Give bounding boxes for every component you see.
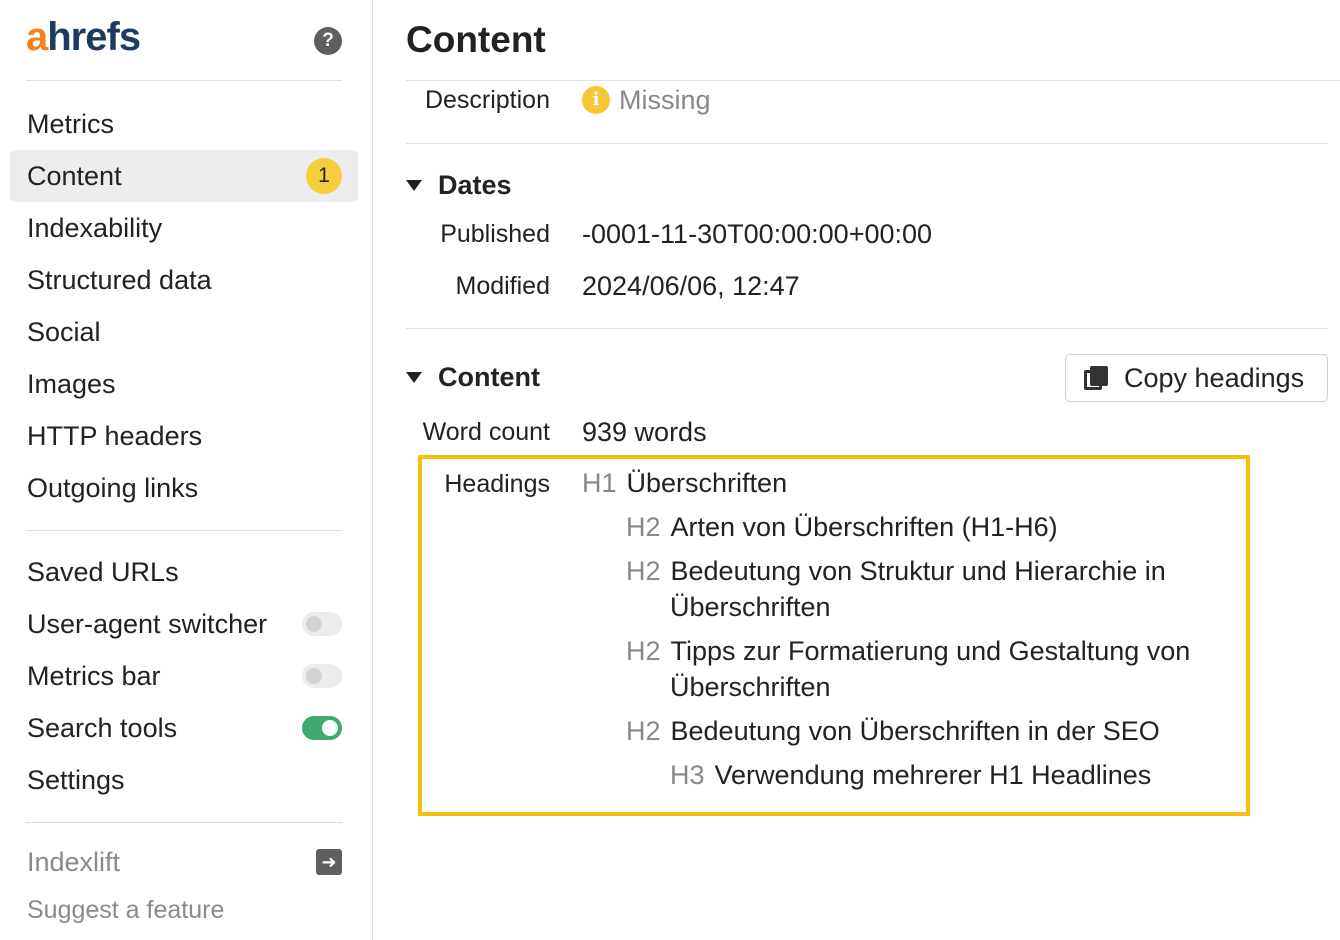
info-icon: i [582,86,610,114]
sidebar-item-social[interactable]: Social [10,306,358,358]
sidebar-item-label: User-agent switcher [27,609,268,639]
section-divider [406,143,1328,144]
heading-text: Überschriften [626,468,788,498]
sidebar-item-http-headers[interactable]: HTTP headers [10,410,358,462]
sidebar-item-user-agent-switcher[interactable]: User-agent switcher [10,598,358,650]
heading-tag: H1 [582,468,617,498]
sidebar-item-content[interactable]: Content 1 [10,150,358,202]
modified-value: 2024/06/06, 12:47 [582,271,800,301]
dates-section-toggle[interactable]: Dates [406,169,512,201]
metrics-bar-toggle[interactable] [302,664,342,688]
heading-tag: H3 [670,760,705,790]
title-divider [406,80,1340,81]
sidebar-item-label: Metrics bar [27,661,161,691]
description-label: Description [424,86,550,114]
sidebar-item-settings[interactable]: Settings [10,754,358,806]
heading-text: Tipps zur Formatierung und Gestaltung vo… [670,636,1191,666]
sidebar-item-label: HTTP headers [27,421,203,451]
content-section-title: Content [438,362,540,392]
heading-text: Arten von Überschriften (H1-H6) [670,512,1058,542]
heading-item-h2: H2 Tipps zur Formatierung und Gestaltung … [626,633,1190,669]
toggle-knob [306,668,322,684]
question-circle-icon[interactable]: ? [314,27,342,55]
sidebar-item-label: Saved URLs [27,557,179,587]
published-label: Published [440,220,550,248]
heading-text-continued: Überschriften [670,672,831,702]
sidebar-item-label: Outgoing links [27,473,199,503]
sidebar-item-label: Settings [27,765,125,795]
published-value: -0001-11-30T00:00:00+00:00 [582,219,933,249]
heading-item-h3: H3 Verwendung mehrerer H1 Headlines [670,757,1151,793]
sidebar-item-label: Indexlift [27,847,121,877]
headings-label: Headings [444,470,550,498]
ahrefs-logo[interactable]: ahrefs [26,14,141,60]
caret-down-icon [406,371,422,383]
copy-icon [1084,366,1108,390]
heading-tag: H2 [626,556,661,586]
toggle-knob [306,616,322,632]
heading-item-h1: H1 Überschriften [582,465,787,501]
count-badge: 1 [306,158,342,194]
heading-tag: H2 [626,636,661,666]
sidebar-item-outgoing-links[interactable]: Outgoing links [10,462,358,514]
sidebar-item-label: Content [27,161,122,191]
sidebar-divider [26,822,342,823]
modified-label: Modified [455,272,551,300]
sidebar-item-indexlift[interactable]: Indexlift ➜ [10,836,358,888]
copy-headings-button[interactable]: Copy headings [1065,354,1328,402]
sidebar-item-metrics-bar[interactable]: Metrics bar [10,650,358,702]
heading-text: Bedeutung von Struktur und Hierarchie in [670,556,1166,586]
sidebar-item-label: Suggest a feature [27,896,225,924]
sidebar-item-structured-data[interactable]: Structured data [10,254,358,306]
user-agent-switcher-toggle[interactable] [302,612,342,636]
description-status: Missing [619,85,711,115]
dates-section-title: Dates [438,170,512,200]
sidebar-item-search-tools[interactable]: Search tools [10,702,358,754]
toggle-knob [322,720,338,736]
sidebar-item-label: Social [27,317,101,347]
heading-text: Verwendung mehrerer H1 Headlines [714,760,1152,790]
page-title: Content [406,19,546,60]
heading-item-h2: H2 Arten von Überschriften (H1-H6) [626,509,1058,545]
heading-item-h2: H2 Bedeutung von Struktur und Hierarchie … [626,553,1166,589]
section-divider [406,328,1328,329]
sidebar-item-label: Indexability [27,213,163,243]
sidebar-item-label: Images [27,369,116,399]
sidebar: ahrefs ? Metrics Content 1 Indexability S… [0,0,373,940]
heading-item-h2: H2 Bedeutung von Überschriften in der SEO [626,713,1160,749]
search-tools-toggle[interactable] [302,716,342,740]
caret-down-icon [406,179,422,191]
heading-tag: H2 [626,512,661,542]
heading-tag: H2 [626,716,661,746]
heading-text: Bedeutung von Überschriften in der SEO [670,716,1160,746]
sidebar-item-label: Metrics [27,109,114,139]
copy-headings-label: Copy headings [1124,362,1305,393]
sidebar-divider [26,530,342,531]
suggest-feature-link[interactable]: Suggest a feature [10,884,358,936]
sidebar-divider [26,80,342,81]
word-count-value: 939 words [582,417,707,447]
sidebar-item-saved-urls[interactable]: Saved URLs [10,546,358,598]
sidebar-item-indexability[interactable]: Indexability [10,202,358,254]
word-count-label: Word count [422,418,550,446]
description-value: i Missing [582,84,711,116]
exit-arrow-icon: ➜ [316,849,342,875]
heading-text-continued: Überschriften [670,592,831,622]
main-panel: Content Description i Missing Dates Publ… [374,0,1340,940]
sidebar-item-label: Search tools [27,713,178,743]
sidebar-item-images[interactable]: Images [10,358,358,410]
sidebar-item-label: Structured data [27,265,212,295]
sidebar-item-metrics[interactable]: Metrics [10,98,358,150]
content-section-toggle[interactable]: Content [406,361,540,393]
